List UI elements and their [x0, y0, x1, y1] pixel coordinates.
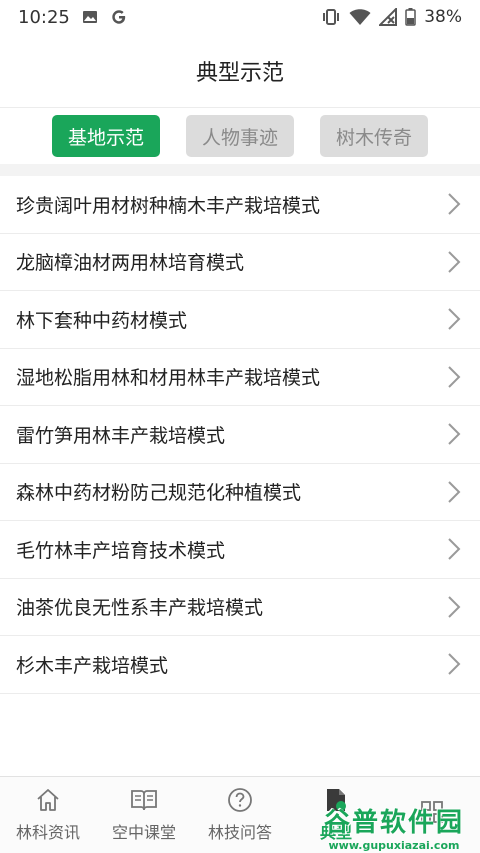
list-item[interactable]: 杉木丰产栽培模式	[0, 636, 480, 694]
list-item-title: 龙脑樟油材两用林培育模式	[16, 252, 245, 275]
list-item-title: 杉木丰产栽培模式	[16, 654, 169, 677]
watermark: 谷普软件园 www.gupuxiazai.com	[314, 803, 474, 852]
page-title: 典型示范	[195, 60, 284, 86]
list-item-title: 雷竹笋用林丰产栽培模式	[16, 424, 226, 447]
book-icon	[130, 787, 158, 813]
list-item[interactable]: 龙脑樟油材两用林培育模式	[0, 234, 480, 291]
list-item[interactable]: 毛竹林丰产培育技术模式	[0, 521, 480, 579]
tab-base-demo[interactable]: 基地示范	[52, 115, 160, 157]
chevron-right-icon	[444, 248, 464, 276]
question-icon	[227, 787, 253, 813]
chevron-right-icon	[444, 190, 464, 218]
signal-icon	[379, 8, 398, 26]
status-bar: 10:25 38%	[0, 0, 480, 34]
chevron-right-icon	[444, 305, 464, 333]
nav-label: 空中课堂	[111, 823, 176, 842]
nav-tech-qa[interactable]: 林技问答	[192, 777, 288, 853]
list-item[interactable]: 珍贵阔叶用材树种楠木丰产栽培模式	[0, 176, 480, 234]
chevron-right-icon	[444, 478, 464, 506]
tab-people-stories[interactable]: 人物事迹	[186, 115, 294, 157]
list-item-title: 珍贵阔叶用材树种楠木丰产栽培模式	[16, 194, 321, 217]
list-item-title: 油茶优良无性系丰产栽培模式	[16, 597, 264, 620]
watermark-url: www.gupuxiazai.com	[328, 839, 460, 852]
chevron-right-icon	[444, 363, 464, 391]
wifi-icon	[349, 8, 371, 26]
battery-icon	[405, 8, 416, 26]
google-icon	[110, 8, 128, 26]
watermark-title: 谷普软件园	[323, 808, 464, 838]
nav-sky-classroom[interactable]: 空中课堂	[96, 777, 192, 853]
list-item[interactable]: 湿地松脂用林和材用林丰产栽培模式	[0, 349, 480, 406]
model-list: 珍贵阔叶用材树种楠木丰产栽培模式 龙脑樟油材两用林培育模式 林下套种中药材模式 …	[0, 176, 480, 694]
title-bar: 典型示范	[0, 34, 480, 108]
status-time: 10:25	[18, 6, 70, 28]
nav-label: 林技问答	[207, 823, 272, 842]
image-icon	[82, 9, 98, 25]
list-item[interactable]: 雷竹笋用林丰产栽培模式	[0, 406, 480, 464]
list-item-title: 毛竹林丰产培育技术模式	[16, 539, 226, 562]
nav-forestry-news[interactable]: 林科资讯	[0, 777, 96, 853]
list-item[interactable]: 林下套种中药材模式	[0, 291, 480, 349]
battery-level: 38%	[424, 7, 462, 27]
home-icon	[35, 787, 61, 813]
list-item-title: 林下套种中药材模式	[16, 309, 188, 332]
list-item-title: 森林中药材粉防己规范化种植模式	[16, 482, 302, 505]
chevron-right-icon	[444, 420, 464, 448]
list-item[interactable]: 油茶优良无性系丰产栽培模式	[0, 579, 480, 636]
chevron-right-icon	[444, 593, 464, 621]
tab-bar: 基地示范 人物事迹 树木传奇	[0, 108, 480, 164]
tab-tree-legends[interactable]: 树木传奇	[320, 115, 428, 157]
list-item-title: 湿地松脂用林和材用林丰产栽培模式	[16, 367, 321, 390]
section-divider	[0, 164, 480, 176]
chevron-right-icon	[444, 535, 464, 563]
nav-label: 林科资讯	[15, 823, 80, 842]
list-item[interactable]: 森林中药材粉防己规范化种植模式	[0, 464, 480, 521]
vibrate-icon	[321, 8, 341, 26]
chevron-right-icon	[444, 650, 464, 678]
